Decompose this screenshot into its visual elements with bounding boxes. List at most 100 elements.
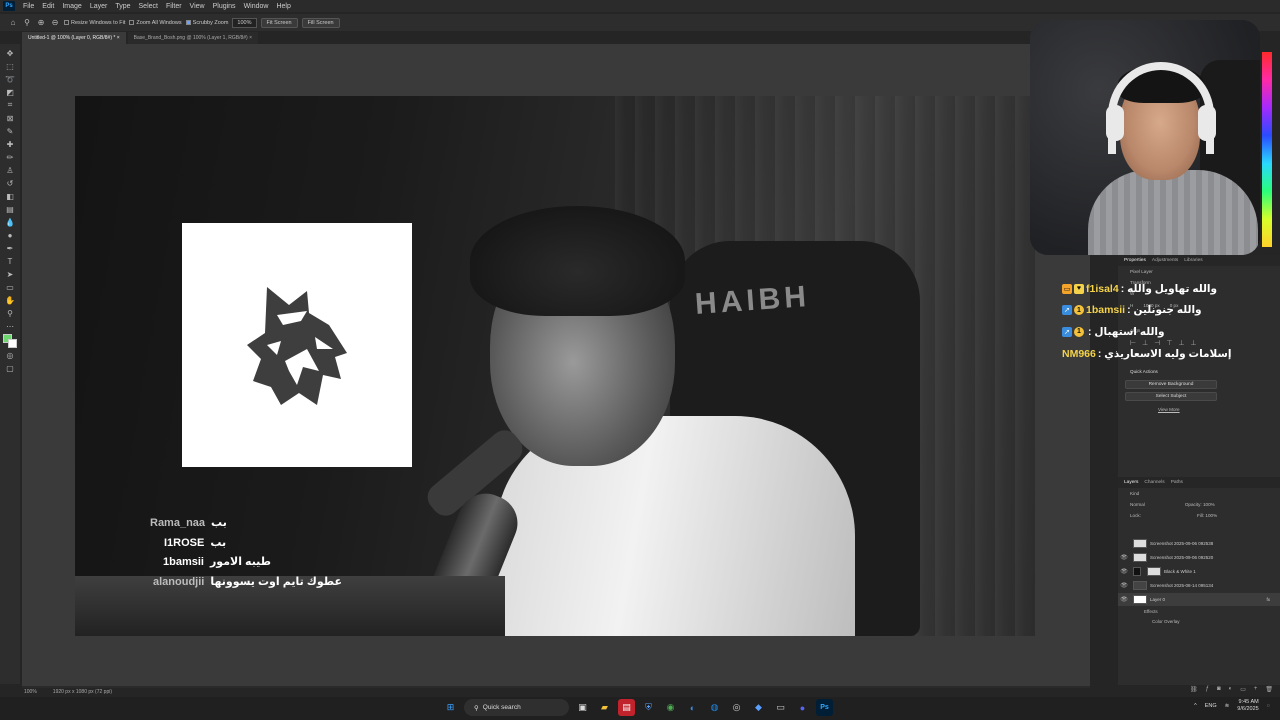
menu-edit[interactable]: Edit: [38, 3, 58, 10]
layer-row[interactable]: 👁 Screenshot 2025-08-14 095134: [1118, 579, 1280, 592]
photoshop-taskbar-icon[interactable]: Ps: [816, 699, 833, 716]
file-explorer-icon[interactable]: ▰: [596, 699, 613, 716]
blur-tool-icon[interactable]: 💧: [5, 217, 15, 228]
status-zoom[interactable]: 100%: [24, 689, 37, 695]
zoom-value-field[interactable]: 100%: [232, 17, 257, 28]
object-select-tool-icon[interactable]: ◩: [5, 87, 15, 98]
menu-image[interactable]: Image: [58, 3, 85, 10]
zoom-in-icon[interactable]: ⊕: [36, 18, 46, 28]
brush-tool-icon[interactable]: ✏: [5, 152, 15, 163]
notification-icon[interactable]: ◌: [1267, 703, 1270, 709]
windows-start-icon[interactable]: ⊞: [442, 699, 459, 716]
menu-filter[interactable]: Filter: [162, 3, 186, 10]
security-shield-icon[interactable]: ⛨: [640, 699, 657, 716]
wifi-icon[interactable]: ≋: [1225, 703, 1230, 709]
document-canvas[interactable]: HAIBH Rama_naa بب I1ROSE بب 1bamsii طيبه…: [75, 96, 1035, 636]
zoom-out-icon[interactable]: ⊖: [50, 18, 60, 28]
menu-layer[interactable]: Layer: [86, 3, 112, 10]
resize-windows-checkbox[interactable]: Resize Windows to Fit: [64, 20, 125, 26]
color-swatches[interactable]: [3, 334, 17, 348]
lasso-tool-icon[interactable]: ➰: [5, 74, 15, 85]
opacity-field[interactable]: 100%: [1203, 502, 1215, 507]
terminal-icon[interactable]: ▭: [772, 699, 789, 716]
layer-row[interactable]: 👁 Black & White 1: [1118, 565, 1280, 578]
doc-tab-base-brand[interactable]: Base_Brand_Bosh.png @ 100% (Layer 1, RGB…: [127, 32, 258, 44]
zoom-tool-side-icon[interactable]: ⚲: [5, 308, 15, 319]
history-brush-icon[interactable]: ↺: [5, 178, 15, 189]
fill-field[interactable]: 100%: [1205, 513, 1217, 518]
crop-tool-icon[interactable]: ⌗: [5, 100, 15, 111]
visibility-icon[interactable]: 👁: [1118, 554, 1130, 561]
layer-row[interactable]: Screenshot 2025-09-06 092538: [1118, 537, 1280, 550]
layer-fx-badge[interactable]: fx: [1266, 597, 1270, 602]
wolf-logo-card[interactable]: [182, 223, 412, 467]
menu-type[interactable]: Type: [111, 3, 134, 10]
app-red-icon[interactable]: ▤: [618, 699, 635, 716]
tray-chevron-icon[interactable]: ^: [1194, 703, 1197, 709]
tab-channels[interactable]: Channels: [1144, 480, 1164, 485]
more-tools-icon[interactable]: ⋯: [5, 321, 15, 332]
add-style-icon[interactable]: ƒ: [1206, 686, 1209, 693]
effects-row[interactable]: Effects: [1118, 606, 1280, 616]
scrubby-zoom-checkbox[interactable]: Scrubby Zoom: [185, 20, 228, 26]
type-tool-icon[interactable]: T: [5, 256, 15, 267]
blend-mode-select[interactable]: Normal: [1130, 502, 1145, 507]
tab-paths[interactable]: Paths: [1171, 480, 1183, 485]
delete-layer-icon[interactable]: 🗑: [1265, 686, 1273, 693]
view-more-link[interactable]: View More: [1118, 404, 1280, 415]
menu-view[interactable]: View: [186, 3, 209, 10]
visibility-icon[interactable]: 👁: [1118, 582, 1130, 589]
frame-tool-icon[interactable]: ⊠: [5, 113, 15, 124]
layer-row-selected[interactable]: 👁 Layer 0 fx: [1118, 593, 1280, 606]
gradient-tool-icon[interactable]: ▤: [5, 204, 15, 215]
tab-properties[interactable]: Properties: [1124, 258, 1146, 263]
select-subject-button[interactable]: Select Subject: [1125, 392, 1217, 401]
menu-select[interactable]: Select: [135, 3, 162, 10]
visibility-icon[interactable]: 👁: [1118, 568, 1130, 575]
chrome-icon[interactable]: ◉: [662, 699, 679, 716]
healing-brush-icon[interactable]: ✚: [5, 139, 15, 150]
menu-window[interactable]: Window: [240, 3, 273, 10]
menu-file[interactable]: File: [19, 3, 38, 10]
app-blue-icon[interactable]: ◆: [750, 699, 767, 716]
eyedropper-tool-icon[interactable]: ✎: [5, 126, 15, 137]
obs-icon[interactable]: ◎: [728, 699, 745, 716]
hand-tool-icon[interactable]: ✋: [5, 295, 15, 306]
background-color[interactable]: [8, 339, 17, 348]
zoom-all-windows-checkbox[interactable]: Zoom All Windows: [129, 20, 182, 26]
quick-actions-label[interactable]: Quick Actions: [1118, 366, 1280, 377]
fit-screen-button[interactable]: Fit Screen: [260, 17, 298, 28]
layer-kind-filter[interactable]: Kind: [1130, 491, 1139, 496]
move-tool-icon[interactable]: ✥: [5, 48, 15, 59]
layer-row[interactable]: 👁 Screenshot 2025-09-06 092520: [1118, 551, 1280, 564]
doc-tab-untitled[interactable]: Untitled-1 @ 100% (Layer 0, RGB/8#) * ×: [22, 32, 126, 44]
pen-tool-icon[interactable]: ✒: [5, 243, 15, 254]
rectangle-tool-icon[interactable]: ▭: [5, 282, 15, 293]
steam-icon[interactable]: ◍: [706, 699, 723, 716]
path-select-icon[interactable]: ➤: [5, 269, 15, 280]
menu-help[interactable]: Help: [272, 3, 294, 10]
home-icon[interactable]: ⌂: [8, 18, 18, 28]
screen-mode-icon[interactable]: ▢: [5, 364, 15, 375]
visibility-icon[interactable]: 👁: [1118, 596, 1130, 603]
new-adjustment-icon[interactable]: ◐: [1229, 686, 1233, 693]
taskbar-search[interactable]: ⚲ Quick search: [464, 699, 569, 716]
discord-icon[interactable]: ●: [794, 699, 811, 716]
clock[interactable]: 9:45 AM 9/6/2025: [1237, 699, 1258, 713]
menu-plugins[interactable]: Plugins: [209, 3, 240, 10]
add-mask-icon[interactable]: ◙: [1217, 686, 1221, 693]
clone-stamp-icon[interactable]: ♙: [5, 165, 15, 176]
quick-mask-icon[interactable]: ◎: [5, 351, 15, 362]
zoom-tool-icon[interactable]: ⚲: [22, 18, 32, 28]
language-indicator[interactable]: ENG: [1205, 703, 1217, 709]
dodge-tool-icon[interactable]: ●: [5, 230, 15, 241]
marquee-tool-icon[interactable]: ⬚: [5, 61, 15, 72]
new-layer-icon[interactable]: +: [1254, 686, 1258, 693]
tab-adjustments[interactable]: Adjustments: [1152, 258, 1178, 263]
edge-icon[interactable]: ◐: [684, 699, 701, 716]
fill-screen-button[interactable]: Fill Screen: [301, 17, 340, 28]
tab-layers[interactable]: Layers: [1124, 480, 1138, 485]
task-view-icon[interactable]: ▣: [574, 699, 591, 716]
remove-background-button[interactable]: Remove Background: [1125, 380, 1217, 389]
eraser-tool-icon[interactable]: ◧: [5, 191, 15, 202]
